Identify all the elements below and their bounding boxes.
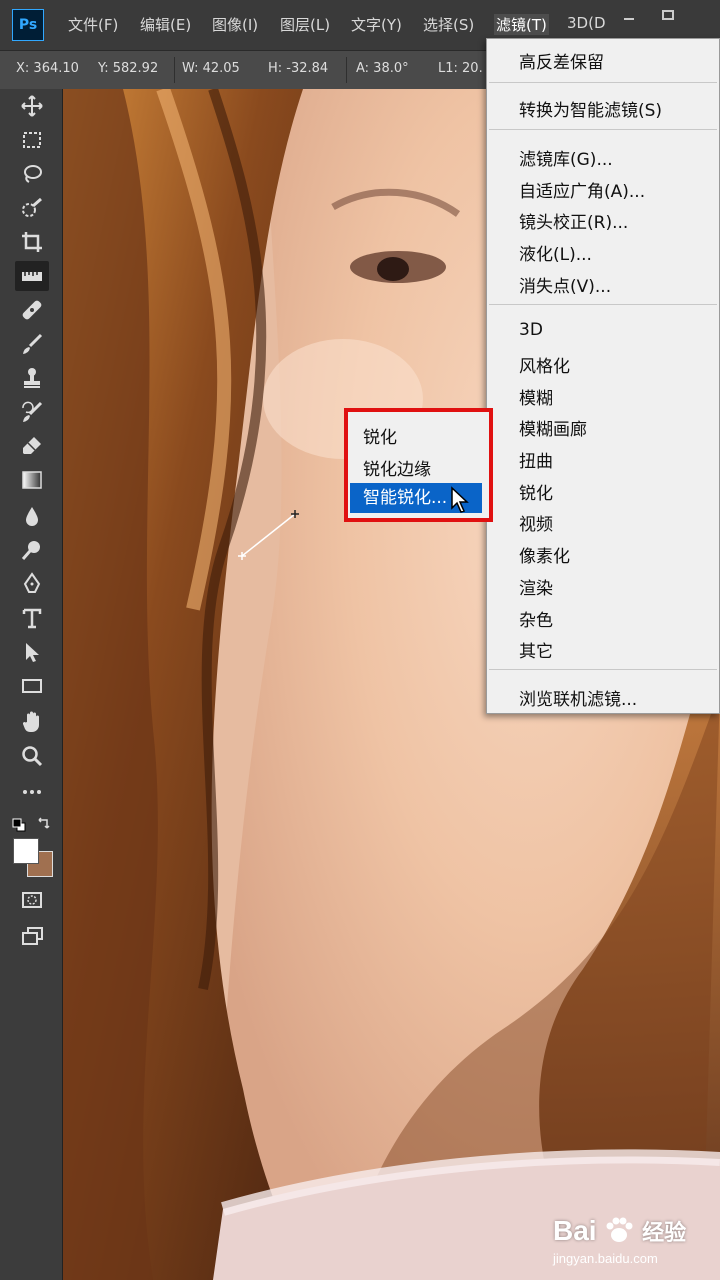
hand-icon[interactable] xyxy=(15,707,49,737)
pen-icon[interactable] xyxy=(15,569,49,599)
swap-colors-icon[interactable] xyxy=(36,815,52,831)
mouse-cursor-icon xyxy=(450,486,470,514)
menu-item-browse-online-filters[interactable]: 浏览联机滤镜... xyxy=(519,685,637,710)
angle-readout: A: 38.0° xyxy=(356,61,409,76)
watermark-url: jingyan.baidu.com xyxy=(553,1251,658,1266)
menu-image[interactable]: 图像(I) xyxy=(212,14,258,35)
filter-menu: 高反差保留 转换为智能滤镜(S) 滤镜库(G)... 自适应广角(A)... 镜… xyxy=(486,38,720,714)
menu-select[interactable]: 选择(S) xyxy=(423,14,474,35)
paw-icon xyxy=(606,1217,633,1242)
move-icon[interactable] xyxy=(15,91,49,121)
h-readout: H: -32.84 xyxy=(268,61,329,76)
divider xyxy=(174,57,175,83)
photoshop-logo: Ps xyxy=(12,9,44,41)
menu-item-sharpen[interactable]: 锐化 xyxy=(519,479,553,504)
path-select-icon[interactable] xyxy=(15,637,49,667)
history-brush-icon[interactable] xyxy=(15,397,49,427)
tools-panel xyxy=(0,89,63,1280)
menu-3d[interactable]: 3D(D xyxy=(567,14,606,32)
y-readout: Y: 582.92 xyxy=(98,61,159,76)
default-colors-icon[interactable] xyxy=(12,817,26,832)
stamp-icon[interactable] xyxy=(15,363,49,393)
menu-item-filter-gallery[interactable]: 滤镜库(G)... xyxy=(519,145,613,170)
blur-icon[interactable] xyxy=(15,501,49,531)
minimize-icon[interactable] xyxy=(615,8,643,28)
x-readout: X: 364.10 xyxy=(16,61,79,76)
menu-item-pixelate[interactable]: 像素化 xyxy=(519,542,570,567)
brush-icon[interactable] xyxy=(15,329,49,359)
menu-file[interactable]: 文件(F) xyxy=(68,14,118,35)
divider xyxy=(346,57,347,83)
menu-item-noise[interactable]: 杂色 xyxy=(519,606,553,631)
watermark-brand-2: 经验 xyxy=(642,1220,687,1245)
rectangle-icon[interactable] xyxy=(15,671,49,701)
menu-layer[interactable]: 图层(L) xyxy=(280,14,330,35)
screen-mode-icon[interactable] xyxy=(15,921,49,951)
menu-item-video[interactable]: 视频 xyxy=(519,510,553,535)
menu-item-lens-correction[interactable]: 镜头校正(R)... xyxy=(519,208,628,233)
healing-icon[interactable] xyxy=(15,295,49,325)
menu-separator xyxy=(489,129,717,130)
menu-item-other[interactable]: 其它 xyxy=(519,637,553,662)
foreground-color-swatch[interactable] xyxy=(13,838,39,864)
gradient-icon[interactable] xyxy=(15,465,49,495)
menu-item-liquify[interactable]: 液化(L)... xyxy=(519,240,592,265)
menu-item-blur[interactable]: 模糊 xyxy=(519,384,553,409)
menu-edit[interactable]: 编辑(E) xyxy=(140,14,191,35)
highlight-callout-box xyxy=(344,408,493,522)
eraser-icon[interactable] xyxy=(15,431,49,461)
crop-icon[interactable] xyxy=(15,227,49,257)
menu-item-high-pass[interactable]: 高反差保留 xyxy=(519,48,604,73)
w-readout: W: 42.05 xyxy=(182,61,240,76)
zoom-icon[interactable] xyxy=(15,741,49,771)
menu-item-distort[interactable]: 扭曲 xyxy=(519,447,553,472)
watermark-brand: Bai xyxy=(553,1215,597,1246)
menu-item-render[interactable]: 渲染 xyxy=(519,574,553,599)
maximize-icon[interactable] xyxy=(654,8,682,28)
more-icon[interactable] xyxy=(15,777,49,807)
lasso-icon[interactable] xyxy=(15,159,49,189)
menu-item-blur-gallery[interactable]: 模糊画廊 xyxy=(519,415,587,440)
type-icon[interactable] xyxy=(15,603,49,633)
menu-separator xyxy=(489,669,717,670)
menu-item-stylize[interactable]: 风格化 xyxy=(519,352,570,377)
menu-item-convert-smart-filter[interactable]: 转换为智能滤镜(S) xyxy=(519,96,662,121)
menu-filter[interactable]: 滤镜(T) xyxy=(494,14,549,35)
menu-item-vanishing-point[interactable]: 消失点(V)... xyxy=(519,272,611,297)
menu-item-adaptive-wide-angle[interactable]: 自适应广角(A)... xyxy=(519,177,645,202)
dodge-icon[interactable] xyxy=(15,535,49,565)
marquee-icon[interactable] xyxy=(15,125,49,155)
quick-mask-icon[interactable] xyxy=(15,885,49,915)
ruler-icon[interactable] xyxy=(15,261,49,291)
menu-separator xyxy=(489,304,717,305)
menu-type[interactable]: 文字(Y) xyxy=(351,14,402,35)
menu-separator xyxy=(489,82,717,83)
quick-select-icon[interactable] xyxy=(15,193,49,223)
length-readout: L1: 20. xyxy=(438,61,483,76)
menu-item-3d[interactable]: 3D xyxy=(519,320,543,340)
